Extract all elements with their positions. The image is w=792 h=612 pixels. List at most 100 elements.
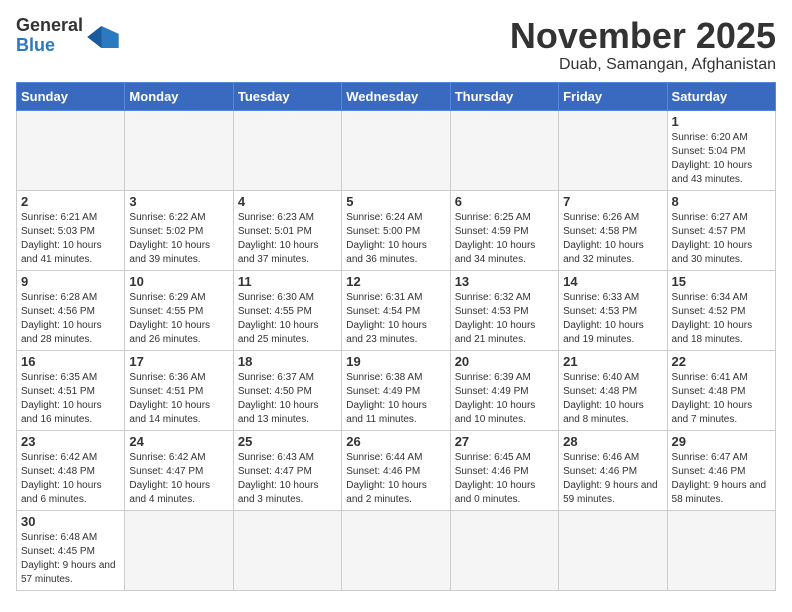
day-info: Sunrise: 6:26 AMSunset: 4:58 PMDaylight:… [563, 211, 662, 267]
day-number: 3 [129, 194, 228, 209]
month-title: November 2025 [510, 16, 776, 56]
calendar-cell: 3 Sunrise: 6:22 AMSunset: 5:02 PMDaylight… [125, 190, 233, 270]
day-number: 26 [346, 434, 445, 449]
calendar-cell: 23 Sunrise: 6:42 AMSunset: 4:48 PMDayligh… [17, 430, 125, 510]
calendar-cell [667, 510, 775, 590]
day-info: Sunrise: 6:32 AMSunset: 4:53 PMDaylight:… [455, 291, 554, 347]
day-number: 8 [672, 194, 771, 209]
calendar-header: GeneralBlue November 2025 Duab, Samangan… [16, 16, 776, 74]
calendar-cell [17, 110, 125, 190]
day-number: 24 [129, 434, 228, 449]
day-info: Sunrise: 6:41 AMSunset: 4:48 PMDaylight:… [672, 371, 771, 427]
calendar-cell: 24 Sunrise: 6:42 AMSunset: 4:47 PMDayligh… [125, 430, 233, 510]
day-number: 7 [563, 194, 662, 209]
day-info: Sunrise: 6:42 AMSunset: 4:48 PMDaylight:… [21, 451, 120, 507]
day-info: Sunrise: 6:29 AMSunset: 4:55 PMDaylight:… [129, 291, 228, 347]
day-info: Sunrise: 6:36 AMSunset: 4:51 PMDaylight:… [129, 371, 228, 427]
day-number: 29 [672, 434, 771, 449]
day-info: Sunrise: 6:20 AMSunset: 5:04 PMDaylight:… [672, 131, 771, 187]
weekday-header-saturday: Saturday [667, 82, 775, 110]
calendar-cell: 29 Sunrise: 6:47 AMSunset: 4:46 PMDayligh… [667, 430, 775, 510]
day-number: 10 [129, 274, 228, 289]
calendar-cell: 11 Sunrise: 6:30 AMSunset: 4:55 PMDayligh… [233, 270, 341, 350]
day-number: 21 [563, 354, 662, 369]
weekday-header-monday: Monday [125, 82, 233, 110]
weekday-header-friday: Friday [559, 82, 667, 110]
calendar-cell [559, 510, 667, 590]
calendar-cell: 9Sunrise: 6:28 AMSunset: 4:56 PMDaylight… [17, 270, 125, 350]
day-number: 12 [346, 274, 445, 289]
calendar-cell [125, 110, 233, 190]
day-number: 1 [672, 114, 771, 129]
weekday-header-row: SundayMondayTuesdayWednesdayThursdayFrid… [17, 82, 776, 110]
day-number: 25 [238, 434, 337, 449]
day-info: Sunrise: 6:47 AMSunset: 4:46 PMDaylight:… [672, 451, 771, 507]
day-number: 6 [455, 194, 554, 209]
calendar-cell: 30Sunrise: 6:48 AMSunset: 4:45 PMDayligh… [17, 510, 125, 590]
day-number: 28 [563, 434, 662, 449]
calendar-cell: 20 Sunrise: 6:39 AMSunset: 4:49 PMDayligh… [450, 350, 558, 430]
calendar-cell [450, 510, 558, 590]
calendar-cell: 14Sunrise: 6:33 AMSunset: 4:53 PMDayligh… [559, 270, 667, 350]
logo: GeneralBlue [16, 16, 119, 56]
calendar-cell: 28 Sunrise: 6:46 AMSunset: 4:46 PMDayligh… [559, 430, 667, 510]
day-number: 17 [129, 354, 228, 369]
day-info: Sunrise: 6:38 AMSunset: 4:49 PMDaylight:… [346, 371, 445, 427]
week-row-2: 2 Sunrise: 6:21 AMSunset: 5:03 PMDaylight… [17, 190, 776, 270]
day-info: Sunrise: 6:31 AMSunset: 4:54 PMDaylight:… [346, 291, 445, 347]
calendar-cell: 10 Sunrise: 6:29 AMSunset: 4:55 PMDayligh… [125, 270, 233, 350]
day-number: 11 [238, 274, 337, 289]
week-row-5: 23 Sunrise: 6:42 AMSunset: 4:48 PMDayligh… [17, 430, 776, 510]
day-info: Sunrise: 6:43 AMSunset: 4:47 PMDaylight:… [238, 451, 337, 507]
day-number: 27 [455, 434, 554, 449]
calendar-cell [450, 110, 558, 190]
calendar-cell: 5 Sunrise: 6:24 AMSunset: 5:00 PMDaylight… [342, 190, 450, 270]
week-row-6: 30Sunrise: 6:48 AMSunset: 4:45 PMDayligh… [17, 510, 776, 590]
day-info: Sunrise: 6:24 AMSunset: 5:00 PMDaylight:… [346, 211, 445, 267]
day-info: Sunrise: 6:35 AMSunset: 4:51 PMDaylight:… [21, 371, 120, 427]
day-info: Sunrise: 6:21 AMSunset: 5:03 PMDaylight:… [21, 211, 120, 267]
calendar-cell: 1 Sunrise: 6:20 AMSunset: 5:04 PMDaylight… [667, 110, 775, 190]
day-info: Sunrise: 6:34 AMSunset: 4:52 PMDaylight:… [672, 291, 771, 347]
calendar-cell: 26Sunrise: 6:44 AMSunset: 4:46 PMDayligh… [342, 430, 450, 510]
calendar-cell [233, 110, 341, 190]
weekday-header-wednesday: Wednesday [342, 82, 450, 110]
calendar-cell: 25 Sunrise: 6:43 AMSunset: 4:47 PMDayligh… [233, 430, 341, 510]
day-info: Sunrise: 6:33 AMSunset: 4:53 PMDaylight:… [563, 291, 662, 347]
calendar-cell: 19 Sunrise: 6:38 AMSunset: 4:49 PMDayligh… [342, 350, 450, 430]
calendar-cell: 8 Sunrise: 6:27 AMSunset: 4:57 PMDaylight… [667, 190, 775, 270]
day-number: 15 [672, 274, 771, 289]
day-number: 19 [346, 354, 445, 369]
calendar-cell [559, 110, 667, 190]
calendar-cell: 13Sunrise: 6:32 AMSunset: 4:53 PMDayligh… [450, 270, 558, 350]
day-info: Sunrise: 6:42 AMSunset: 4:47 PMDaylight:… [129, 451, 228, 507]
calendar-cell [125, 510, 233, 590]
day-info: Sunrise: 6:48 AMSunset: 4:45 PMDaylight:… [21, 531, 120, 587]
day-info: Sunrise: 6:40 AMSunset: 4:48 PMDaylight:… [563, 371, 662, 427]
day-number: 23 [21, 434, 120, 449]
calendar-cell: 27Sunrise: 6:45 AMSunset: 4:46 PMDayligh… [450, 430, 558, 510]
weekday-header-thursday: Thursday [450, 82, 558, 110]
day-info: Sunrise: 6:22 AMSunset: 5:02 PMDaylight:… [129, 211, 228, 267]
day-number: 20 [455, 354, 554, 369]
week-row-3: 9Sunrise: 6:28 AMSunset: 4:56 PMDaylight… [17, 270, 776, 350]
week-row-1: 1 Sunrise: 6:20 AMSunset: 5:04 PMDaylight… [17, 110, 776, 190]
calendar-cell: 6 Sunrise: 6:25 AMSunset: 4:59 PMDaylight… [450, 190, 558, 270]
day-number: 5 [346, 194, 445, 209]
day-info: Sunrise: 6:39 AMSunset: 4:49 PMDaylight:… [455, 371, 554, 427]
calendar-cell: 16Sunrise: 6:35 AMSunset: 4:51 PMDayligh… [17, 350, 125, 430]
day-number: 2 [21, 194, 120, 209]
calendar-cell: 21 Sunrise: 6:40 AMSunset: 4:48 PMDayligh… [559, 350, 667, 430]
day-info: Sunrise: 6:23 AMSunset: 5:01 PMDaylight:… [238, 211, 337, 267]
day-info: Sunrise: 6:25 AMSunset: 4:59 PMDaylight:… [455, 211, 554, 267]
week-row-4: 16Sunrise: 6:35 AMSunset: 4:51 PMDayligh… [17, 350, 776, 430]
calendar-cell [233, 510, 341, 590]
calendar-cell: 4 Sunrise: 6:23 AMSunset: 5:01 PMDaylight… [233, 190, 341, 270]
day-number: 4 [238, 194, 337, 209]
calendar-cell: 17 Sunrise: 6:36 AMSunset: 4:51 PMDayligh… [125, 350, 233, 430]
day-info: Sunrise: 6:27 AMSunset: 4:57 PMDaylight:… [672, 211, 771, 267]
logo-icon [87, 26, 119, 48]
day-info: Sunrise: 6:46 AMSunset: 4:46 PMDaylight:… [563, 451, 662, 507]
day-info: Sunrise: 6:30 AMSunset: 4:55 PMDaylight:… [238, 291, 337, 347]
day-number: 22 [672, 354, 771, 369]
